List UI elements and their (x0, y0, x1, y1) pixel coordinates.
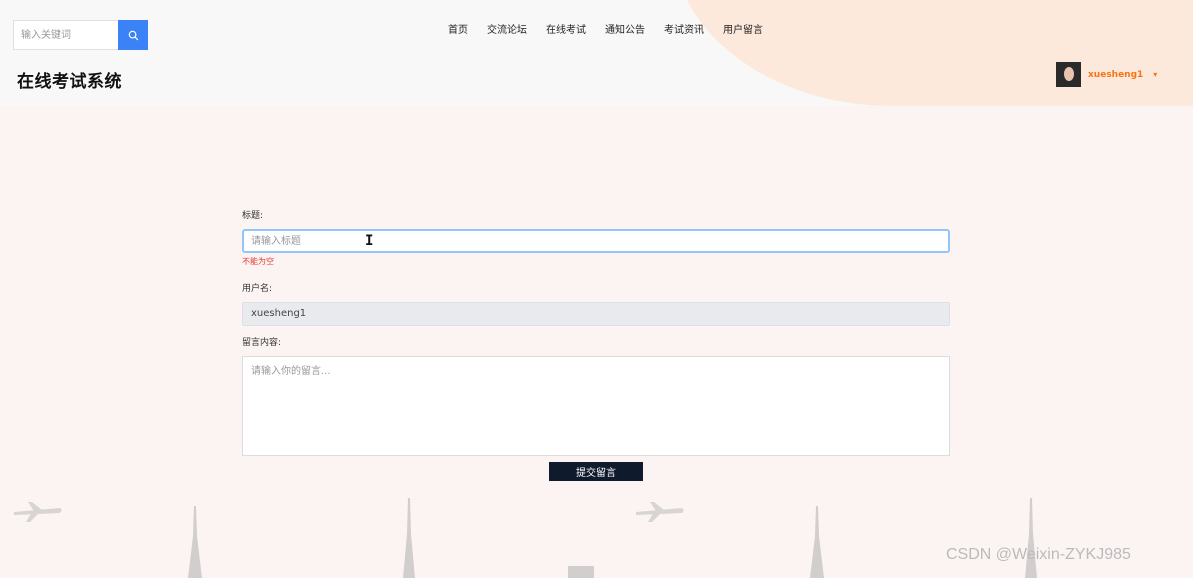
username-label: 用户名: (242, 284, 273, 294)
submit-button[interactable]: 提交留言 (549, 462, 643, 481)
username-field: xuesheng1 (242, 302, 950, 326)
site-title: 在线考试系统 (17, 72, 122, 92)
watermark: CSDN @Weixin-ZYKJ985 (946, 546, 1131, 563)
user-menu[interactable]: xuesheng1 ▾ (1056, 62, 1157, 87)
chevron-down-icon[interactable]: ▾ (1153, 70, 1157, 79)
nav-item-messages[interactable]: 用户留言 (723, 24, 763, 38)
text-cursor-icon: I (365, 233, 374, 249)
message-form: 标题: 不能为空 用户名: xuesheng1 留言内容: (242, 209, 950, 460)
tower-icon (188, 506, 202, 578)
tower-icon (810, 506, 824, 578)
nav-item-news[interactable]: 考试资讯 (664, 24, 704, 38)
nav-item-notice[interactable]: 通知公告 (605, 24, 645, 38)
main-nav: 首页 交流论坛 在线考试 通知公告 考试资讯 用户留言 (448, 24, 782, 38)
title-input[interactable] (242, 229, 950, 253)
tower-icon (1025, 498, 1037, 578)
message-label: 留言内容: (242, 338, 282, 348)
search-button[interactable] (118, 20, 148, 50)
avatar-face (1064, 67, 1074, 81)
airplane-icon (14, 502, 62, 522)
title-error: 不能为空 (242, 257, 274, 266)
search-icon (128, 30, 138, 40)
avatar[interactable] (1056, 62, 1081, 87)
title-label: 标题: (242, 211, 264, 221)
airplane-icon (636, 502, 684, 522)
header-decoration (672, 0, 1193, 106)
header: 首页 交流论坛 在线考试 通知公告 考试资讯 用户留言 在线考试系统 xuesh… (0, 0, 1193, 106)
search-input[interactable] (13, 20, 118, 50)
message-textarea[interactable] (242, 356, 950, 456)
nav-item-forum[interactable]: 交流论坛 (487, 24, 527, 38)
tower-icon (403, 498, 415, 578)
username[interactable]: xuesheng1 (1088, 70, 1143, 80)
nav-item-home[interactable]: 首页 (448, 24, 468, 38)
search-box (13, 20, 148, 50)
building-icon (568, 566, 594, 578)
nav-item-exam[interactable]: 在线考试 (546, 24, 586, 38)
